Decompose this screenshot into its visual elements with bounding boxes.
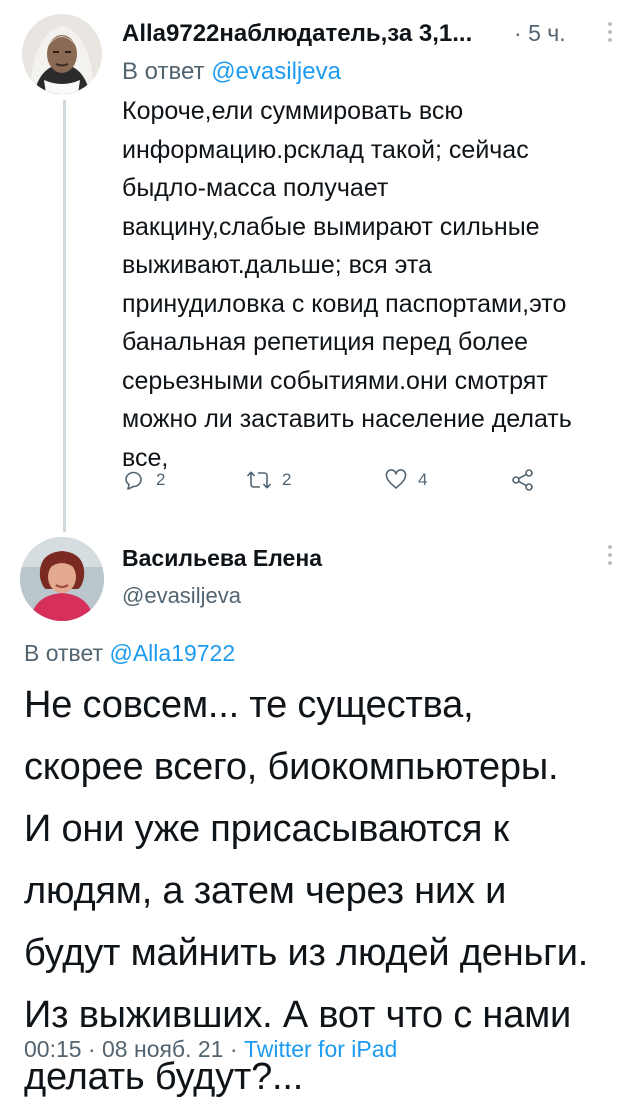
main-tweet-meta: 00:15 · 08 нояб. 21 · Twitter for iPad	[24, 1036, 397, 1063]
heart-icon	[385, 469, 407, 489]
reply-button[interactable]: 2	[122, 468, 165, 492]
share-button[interactable]	[510, 468, 536, 492]
reply-action-bar: 2 2 4	[122, 468, 592, 500]
main-reply-to-mention[interactable]: @Alla19722	[109, 640, 235, 666]
like-count: 4	[418, 470, 428, 489]
main-tweet-source[interactable]: Twitter for iPad	[244, 1036, 397, 1062]
avatar-image	[22, 14, 102, 94]
reply-author-name[interactable]: Alla9722наблюдатель,за 3,1...	[122, 20, 497, 48]
reply-tweet-text: Короче,ели суммировать всю информацию.рс…	[122, 97, 572, 472]
like-button[interactable]: 4	[384, 468, 427, 492]
retweet-icon	[246, 471, 272, 489]
reply-tweet-header: Alla9722наблюдатель,за 3,1... · 5 ч.	[122, 20, 622, 52]
main-tweet-date[interactable]: 08 нояб. 21	[102, 1036, 223, 1062]
main-tweet-time[interactable]: 00:15	[24, 1036, 82, 1062]
reply-prefix: В ответ	[122, 58, 205, 85]
reply-count: 2	[156, 470, 166, 489]
reply-timestamp[interactable]: · 5 ч.	[514, 20, 566, 47]
meta-separator: ·	[229, 1036, 238, 1062]
avatar-alla9722[interactable]	[22, 14, 102, 94]
main-more-options-icon[interactable]	[606, 545, 614, 569]
avatar-image	[20, 537, 104, 621]
time-separator: ·	[514, 20, 522, 46]
main-reply-prefix: В ответ	[24, 640, 104, 666]
retweet-button[interactable]: 2	[246, 468, 291, 492]
reply-to-mention[interactable]: @evasiljeva	[211, 58, 341, 85]
avatar-vasilieva[interactable]	[20, 537, 104, 621]
reply-bubble-icon	[125, 471, 142, 490]
thread-connector-line	[63, 100, 66, 532]
retweet-count: 2	[282, 470, 292, 489]
share-icon	[512, 469, 533, 491]
meta-separator: ·	[87, 1036, 96, 1062]
main-author-handle[interactable]: @evasiljeva	[122, 583, 241, 609]
main-author-name[interactable]: Васильева Елена	[122, 545, 322, 572]
reply-time-value: 5 ч.	[528, 20, 566, 46]
main-reply-context: В ответ @Alla19722	[24, 640, 235, 667]
reply-context: В ответ @evasiljeva	[122, 58, 341, 86]
reply-more-options-icon[interactable]	[606, 22, 614, 46]
